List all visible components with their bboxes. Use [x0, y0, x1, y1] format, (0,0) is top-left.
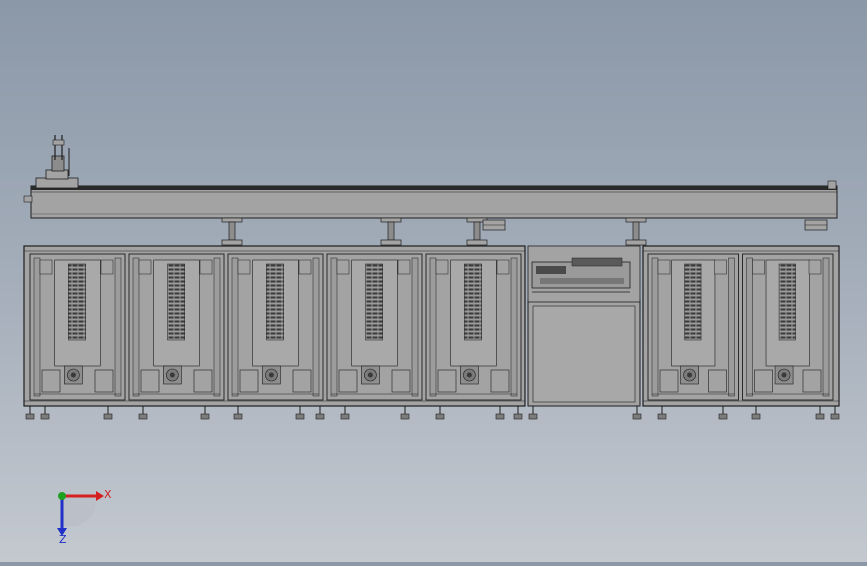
beam-post: [221, 217, 243, 246]
leveling-foot: [718, 406, 728, 420]
leveling-foot: [495, 406, 505, 420]
middle-station: [527, 245, 641, 407]
storage-module: [425, 253, 522, 401]
leveling-foot: [400, 406, 410, 420]
leveling-foot: [815, 406, 825, 420]
beam-posts: [221, 217, 828, 246]
leveling-foot: [513, 406, 523, 420]
leveling-foot: [200, 406, 210, 420]
beam-post: [380, 217, 402, 246]
storage-module: [29, 253, 126, 401]
assembly-drawing: X Z: [23, 135, 840, 546]
leveling-foot: [657, 406, 667, 420]
leveling-foot: [632, 406, 642, 420]
beam-bracket: [804, 219, 828, 231]
y-axis-origin: [58, 492, 66, 500]
leveling-foot: [435, 406, 445, 420]
x-axis-arrowhead: [96, 491, 104, 501]
left-modules: [29, 253, 522, 401]
cad-viewport[interactable]: X Z: [0, 0, 867, 562]
beam-post: [625, 217, 647, 246]
leveling-foot: [103, 406, 113, 420]
gripper-unit: [35, 135, 79, 189]
leveling-foot: [295, 406, 305, 420]
z-axis-label: Z: [59, 533, 67, 546]
x-axis-label: X: [104, 488, 112, 501]
coordinate-triad: X Z: [57, 488, 112, 546]
storage-module: [227, 253, 324, 401]
leveling-foot: [830, 406, 840, 420]
storage-module: [647, 253, 739, 401]
leveling-foot: [751, 406, 761, 420]
storage-module: [742, 253, 834, 401]
leveling-foot: [40, 406, 50, 420]
storage-module: [128, 253, 225, 401]
gantry-beam: [23, 180, 838, 219]
leveling-foot: [233, 406, 243, 420]
beam-bracket: [482, 219, 506, 231]
leveling-foot: [315, 406, 325, 420]
storage-module: [326, 253, 423, 401]
leveling-feet: [25, 406, 840, 420]
leveling-foot: [528, 406, 538, 420]
leveling-foot: [340, 406, 350, 420]
leveling-foot: [25, 406, 35, 420]
leveling-foot: [138, 406, 148, 420]
